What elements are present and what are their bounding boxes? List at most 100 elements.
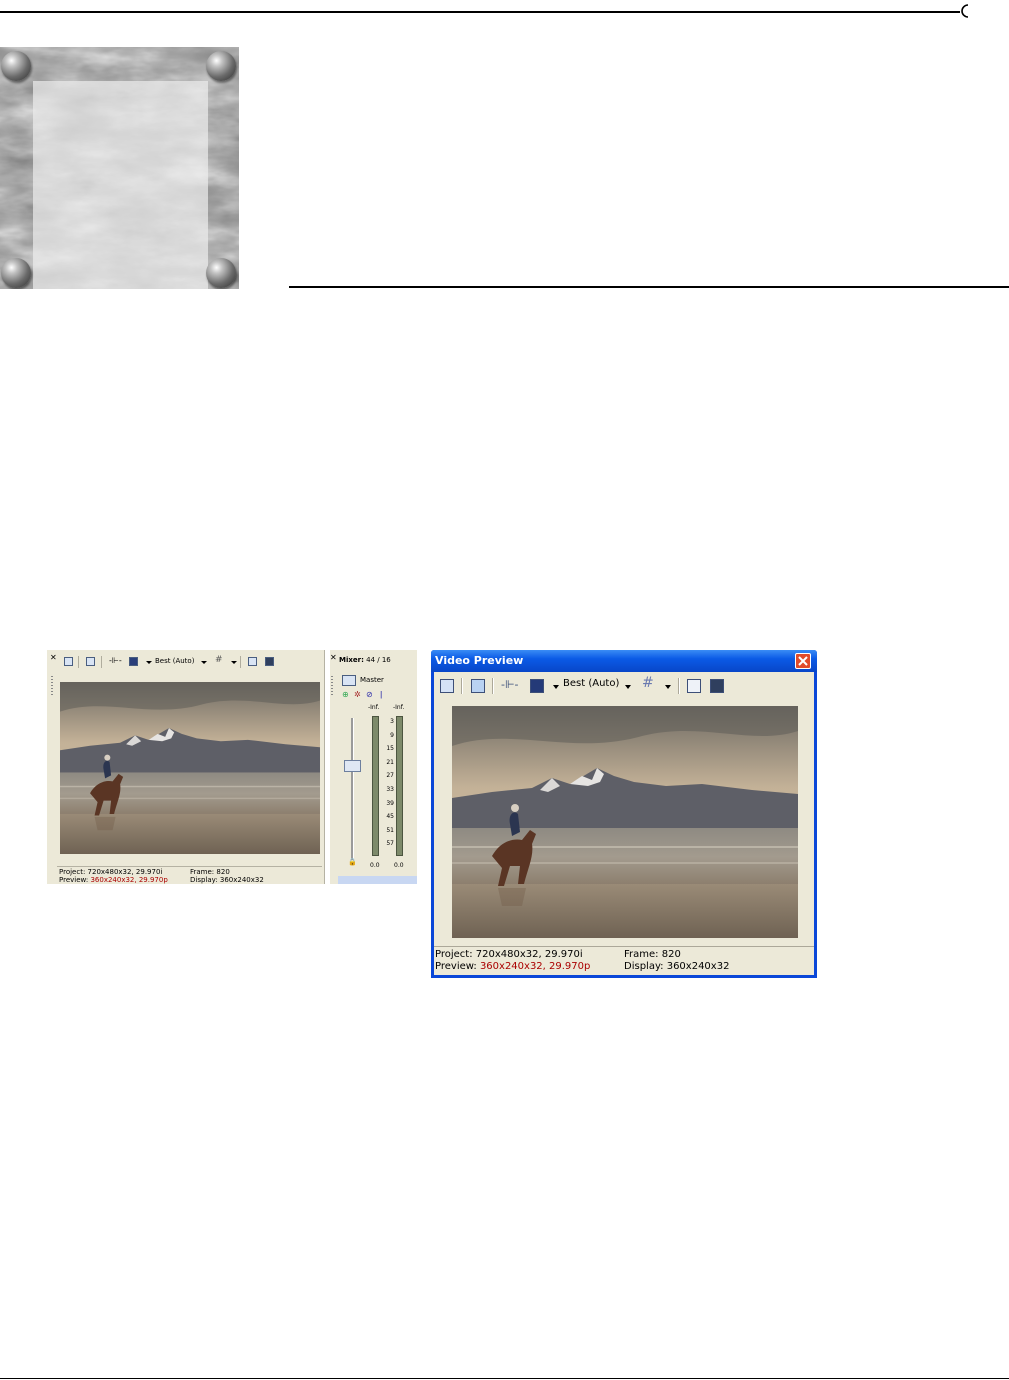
preview-options-icon[interactable]	[440, 679, 454, 693]
level-meter-left	[372, 716, 379, 856]
rivet-icon	[1, 258, 31, 288]
meter-scale-tick: 57	[386, 840, 394, 848]
grid-icon[interactable]: #	[215, 655, 223, 665]
close-icon[interactable]: ✕	[50, 653, 57, 662]
chevron-down-icon[interactable]	[553, 685, 559, 689]
meter-scale-tick: 45	[386, 813, 394, 821]
close-icon[interactable]: ✕	[330, 653, 337, 662]
master-fader-slider[interactable]	[344, 760, 361, 772]
frame-value: 820	[216, 868, 230, 876]
chevron-down-icon[interactable]	[625, 685, 631, 689]
chapter-title-rule	[289, 286, 1009, 288]
master-bus-icon[interactable]	[342, 675, 356, 686]
peak-left: -Inf.	[368, 704, 380, 711]
project-label: Project:	[435, 949, 473, 960]
preview-value: 360x240x32, 29.970p	[479, 961, 591, 972]
fader-track	[351, 718, 354, 860]
toolbar-separator	[678, 678, 680, 694]
preview-label: Preview:	[59, 876, 89, 884]
split-screen-icon[interactable]: -⊩-	[501, 678, 519, 691]
meter-scale-tick: 51	[386, 826, 394, 834]
docked-preview-screenshot: ✕ -⊩- Best (Auto) # Project: 720x480x32,…	[47, 650, 417, 884]
mixer-panel: ✕ Mixer: 44 / 16 Master ⊕ ✲ ⊘ ǀ -Inf. -I…	[330, 650, 417, 884]
toolbar-separator	[78, 656, 79, 668]
level-meter-right	[396, 716, 403, 856]
emblem-center-panel	[33, 81, 208, 289]
beach-horse-rider-image	[60, 682, 320, 854]
footer-rule	[0, 1378, 1009, 1379]
meter-scale-tick: 9	[390, 731, 394, 739]
meter-scale-tick: 33	[386, 786, 394, 793]
video-frame	[60, 682, 320, 854]
quality-select[interactable]: Best (Auto)	[155, 657, 194, 665]
monitor-icon[interactable]	[86, 657, 95, 666]
meter-scale-tick: 39	[386, 799, 394, 807]
level-right: 0.0	[394, 862, 404, 869]
docked-video-preview-panel: ✕ -⊩- Best (Auto) # Project: 720x480x32,…	[47, 650, 324, 884]
peak-right: -Inf.	[393, 704, 405, 711]
close-button[interactable]	[795, 653, 811, 669]
toolbar-separator	[492, 678, 494, 694]
quality-select[interactable]: Best (Auto)	[563, 678, 619, 689]
chevron-down-icon[interactable]	[201, 661, 207, 664]
mixer-title: Mixer:	[339, 656, 364, 664]
lock-icon[interactable]: 🔒	[348, 858, 357, 866]
mixer-count: 44 / 16	[366, 656, 391, 664]
copy-snapshot-icon[interactable]	[248, 657, 257, 666]
overlays-icon[interactable]	[129, 657, 138, 666]
window-body: -⊩- Best (Auto) # Project: 720x480x32, 2…	[434, 672, 814, 975]
rivet-icon	[1, 51, 31, 81]
master-label: Master	[360, 676, 384, 684]
overlays-icon[interactable]	[530, 679, 544, 693]
copy-snapshot-icon[interactable]	[687, 679, 701, 693]
chapter-emblem	[0, 47, 239, 289]
video-frame	[452, 706, 798, 938]
window-titlebar[interactable]: Video Preview	[431, 650, 817, 672]
split-screen-icon[interactable]: -⊩-	[109, 656, 122, 665]
save-snapshot-icon[interactable]	[710, 679, 724, 693]
monitor-icon[interactable]	[471, 679, 485, 693]
window-title: Video Preview	[435, 654, 524, 667]
display-label: Display:	[190, 876, 218, 884]
project-value: 720x480x32, 29.970i	[475, 949, 583, 960]
toolbar-separator	[101, 656, 102, 668]
meter-scale-tick: 21	[386, 758, 394, 766]
close-icon	[798, 656, 808, 666]
meter-scale-tick: 15	[386, 745, 394, 753]
preview-label: Preview:	[435, 961, 477, 972]
level-left: 0.0	[370, 862, 380, 869]
toolbar-separator	[461, 678, 463, 694]
rivet-icon	[206, 51, 236, 81]
frame-label: Frame:	[190, 868, 215, 876]
chevron-down-icon[interactable]	[665, 685, 671, 689]
beach-horse-rider-image	[452, 706, 798, 938]
display-label: Display:	[624, 961, 664, 972]
insert-fx-icon[interactable]: ⊕	[342, 690, 349, 699]
mute-icon[interactable]: ⊘	[366, 690, 373, 699]
frame-value: 820	[661, 949, 681, 960]
status-bar: Project: 720x480x32, 29.970i Preview: 36…	[434, 946, 814, 976]
dock-grip[interactable]	[51, 676, 53, 696]
preview-options-icon[interactable]	[64, 657, 73, 666]
chevron-down-icon[interactable]	[231, 661, 237, 664]
frame-label: Frame:	[624, 949, 659, 960]
display-value: 360x240x32	[666, 961, 730, 972]
header-hook-ornament	[961, 4, 969, 18]
dock-grip[interactable]	[331, 676, 333, 696]
video-preview-window: Video Preview -⊩- Best (Auto) # Project:…	[431, 650, 817, 978]
project-label: Project:	[59, 868, 86, 876]
header-rule	[0, 11, 960, 13]
meter-scale-tick: 3	[390, 718, 394, 725]
solo-icon[interactable]: ǀ	[380, 690, 382, 699]
display-value: 360x240x32	[219, 876, 264, 884]
rivet-icon	[206, 258, 236, 288]
toolbar-separator	[240, 656, 241, 668]
preview-value: 360x240x32, 29.970p	[90, 876, 168, 884]
meter-scale-tick: 27	[386, 772, 394, 780]
grid-icon[interactable]: #	[642, 675, 654, 691]
gear-icon[interactable]: ✲	[354, 690, 361, 699]
chevron-down-icon[interactable]	[146, 661, 152, 664]
mixer-scrollbar[interactable]	[338, 876, 417, 884]
status-bar: Project: 720x480x32, 29.970i Preview: 36…	[57, 866, 322, 884]
save-snapshot-icon[interactable]	[265, 657, 274, 666]
